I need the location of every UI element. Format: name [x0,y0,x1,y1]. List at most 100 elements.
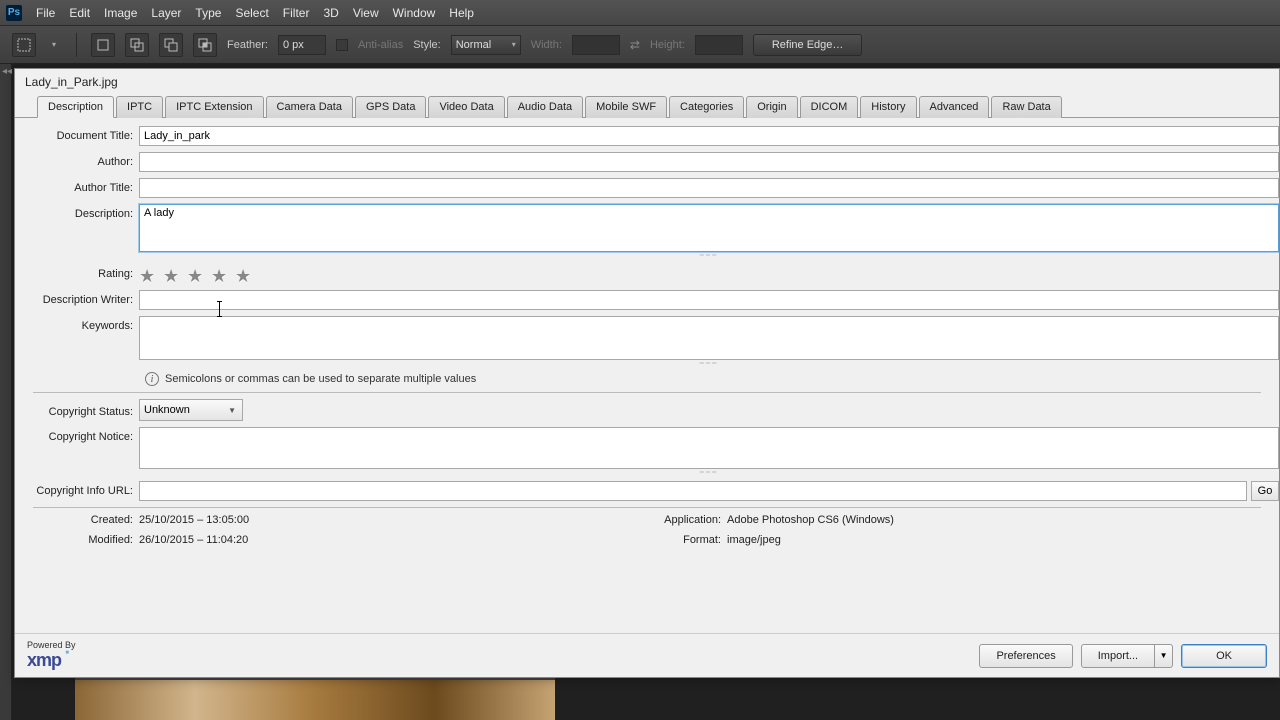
keywords-hint: Semicolons or commas can be used to sepa… [165,373,476,385]
style-label: Style: [413,39,441,51]
canvas-preview [75,678,555,720]
star-5[interactable]: ★ [235,266,253,284]
tab-iptc-extension[interactable]: IPTC Extension [165,96,263,118]
application-label: Application: [647,514,727,526]
import-button[interactable]: Import... [1081,644,1155,668]
tab-iptc[interactable]: IPTC [116,96,163,118]
intersect-selection-icon[interactable] [193,33,217,57]
height-input [695,35,743,55]
resize-grip[interactable]: ═══ [139,254,1279,258]
copyright-url-input[interactable] [139,481,1247,501]
width-label: Width: [531,39,562,51]
tab-dicom[interactable]: DICOM [800,96,859,118]
tab-origin[interactable]: Origin [746,96,797,118]
application-value: Adobe Photoshop CS6 (Windows) [727,514,894,526]
expand-tools-icon[interactable]: ◂◂ [0,64,14,78]
copyright-url-label: Copyright Info URL: [15,481,139,497]
menu-help[interactable]: Help [449,6,474,20]
menu-filter[interactable]: Filter [283,6,310,20]
preferences-button[interactable]: Preferences [979,644,1072,668]
resize-grip[interactable]: ═══ [139,362,1279,366]
feather-input[interactable] [278,35,326,55]
go-button[interactable]: Go [1251,481,1279,501]
swap-dimensions-icon: ⇄ [630,38,640,52]
modified-label: Modified: [15,534,139,546]
menu-window[interactable]: Window [393,6,436,20]
format-value: image/jpeg [727,534,781,546]
description-form: Document Title: Author: Author Title: De… [15,118,1279,633]
description-writer-input[interactable] [139,290,1279,310]
description-writer-label: Description Writer: [15,290,139,306]
document-title-input[interactable] [139,126,1279,146]
divider [33,507,1261,508]
tab-mobile-swf[interactable]: Mobile SWF [585,96,667,118]
tab-gps-data[interactable]: GPS Data [355,96,427,118]
author-input[interactable] [139,152,1279,172]
anti-alias-checkbox [336,39,348,51]
info-icon: i [145,372,159,386]
divider [33,392,1261,393]
keywords-label: Keywords: [15,316,139,332]
tab-video-data[interactable]: Video Data [428,96,504,118]
xmp-logo: xmp [27,650,61,671]
menu-image[interactable]: Image [104,6,137,20]
author-label: Author: [15,152,139,168]
file-info-dialog: Lady_in_Park.jpg Description IPTC IPTC E… [14,68,1280,678]
menu-layer[interactable]: Layer [151,6,181,20]
author-title-label: Author Title: [15,178,139,194]
feather-label: Feather: [227,39,268,51]
document-title-label: Document Title: [15,126,139,142]
tab-advanced[interactable]: Advanced [919,96,990,118]
marquee-tool-icon[interactable] [12,33,36,57]
menu-view[interactable]: View [353,6,379,20]
format-label: Format: [647,534,727,546]
copyright-notice-textarea[interactable] [139,427,1279,469]
style-select[interactable]: Normal [451,35,521,55]
refine-edge-button[interactable]: Refine Edge… [753,34,863,56]
tab-categories[interactable]: Categories [669,96,744,118]
tab-description[interactable]: Description [37,96,114,118]
xmp-badge: Powered By xmp [27,640,76,671]
separator [76,33,77,57]
star-2[interactable]: ★ [163,266,181,284]
tab-row: Description IPTC IPTC Extension Camera D… [15,95,1279,118]
star-3[interactable]: ★ [187,266,205,284]
keywords-textarea[interactable] [139,316,1279,360]
tool-preset-dropdown[interactable] [46,33,62,57]
import-dropdown[interactable]: ▼ [1155,644,1173,668]
tab-history[interactable]: History [860,96,916,118]
dialog-footer: Powered By xmp Preferences Import... ▼ O… [15,633,1279,677]
copyright-status-select[interactable]: Unknown [139,399,243,421]
tab-raw-data[interactable]: Raw Data [991,96,1061,118]
menubar: File Edit Image Layer Type Select Filter… [0,0,1280,26]
author-title-input[interactable] [139,178,1279,198]
new-selection-icon[interactable] [91,33,115,57]
description-textarea[interactable] [139,204,1279,252]
copyright-status-label: Copyright Status: [15,402,139,418]
menu-file[interactable]: File [36,6,55,20]
menu-select[interactable]: Select [235,6,268,20]
dialog-title: Lady_in_Park.jpg [15,69,1279,95]
menu-type[interactable]: Type [195,6,221,20]
star-1[interactable]: ★ [139,266,157,284]
rating-label: Rating: [15,264,139,280]
menu-3d[interactable]: 3D [323,6,338,20]
subtract-selection-icon[interactable] [159,33,183,57]
add-selection-icon[interactable] [125,33,149,57]
ok-button[interactable]: OK [1181,644,1267,668]
powered-by-label: Powered By [27,640,76,650]
tool-strip: ◂◂ [0,64,12,720]
app-logo [6,5,22,21]
tab-camera-data[interactable]: Camera Data [266,96,353,118]
menu-edit[interactable]: Edit [69,6,90,20]
modified-value: 26/10/2015 – 11:04:20 [139,534,248,546]
copyright-notice-label: Copyright Notice: [15,427,139,443]
anti-alias-label: Anti-alias [358,39,403,51]
tab-audio-data[interactable]: Audio Data [507,96,583,118]
resize-grip[interactable]: ═══ [139,471,1279,475]
text-cursor-icon [219,301,220,317]
height-label: Height: [650,39,685,51]
star-4[interactable]: ★ [211,266,229,284]
width-input [572,35,620,55]
description-label: Description: [15,204,139,220]
